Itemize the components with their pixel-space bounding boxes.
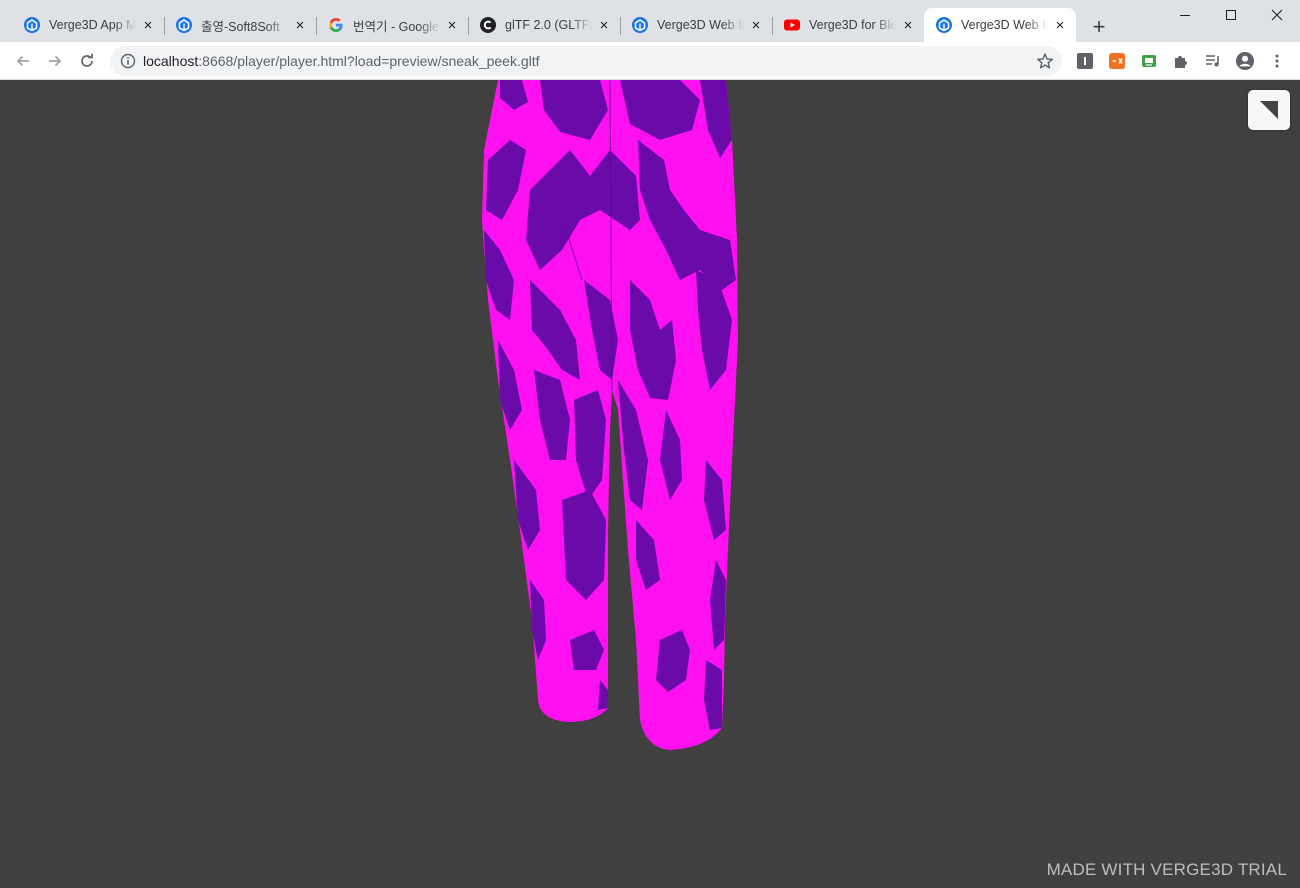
- tab-strip: Verge3D App Manager × 출영-Soft8Soft × 번역기…: [0, 0, 1300, 42]
- verge3d-icon: [176, 17, 192, 33]
- fullscreen-icon: [1260, 101, 1278, 119]
- tab-verge3d-web-interactive-active[interactable]: Verge3D Web Interactive ×: [924, 8, 1076, 42]
- tab-verge3d-web-interactive[interactable]: Verge3D Web Interactive ×: [620, 8, 772, 42]
- info-icon[interactable]: [120, 53, 136, 69]
- close-tab-icon[interactable]: ×: [290, 15, 310, 35]
- close-tab-icon[interactable]: ×: [1050, 15, 1070, 35]
- tab-title: Verge3D for Blender: [809, 18, 896, 32]
- extension-i-icon[interactable]: [1076, 52, 1094, 70]
- maximize-button[interactable]: [1208, 0, 1254, 30]
- tab-title: Verge3D App Manager: [49, 18, 136, 32]
- reload-button[interactable]: [72, 46, 102, 76]
- media-queue-icon[interactable]: [1204, 52, 1222, 70]
- tab-soft8soft[interactable]: 출영-Soft8Soft ×: [164, 8, 316, 42]
- tab-gltf[interactable]: glTF 2.0 (GLTF/GLB) ×: [468, 8, 620, 42]
- close-tab-icon[interactable]: ×: [746, 15, 766, 35]
- more-menu-icon[interactable]: [1268, 52, 1286, 70]
- close-tab-icon[interactable]: ×: [594, 15, 614, 35]
- pants-3d-model[interactable]: [470, 80, 760, 760]
- fullscreen-button[interactable]: [1248, 90, 1290, 130]
- verge3d-icon: [936, 17, 952, 33]
- tab-verge3d-app-manager[interactable]: Verge3D App Manager ×: [12, 8, 164, 42]
- url-text: localhost:8668/player/player.html?load=p…: [143, 53, 540, 69]
- close-tab-icon[interactable]: ×: [138, 15, 158, 35]
- bookmark-star-icon[interactable]: [1036, 52, 1054, 70]
- url-host: localhost: [143, 53, 199, 69]
- profile-avatar-icon[interactable]: [1236, 52, 1254, 70]
- close-window-button[interactable]: [1254, 0, 1300, 30]
- tab-title: 출영-Soft8Soft: [201, 19, 280, 34]
- tab-verge3d-for-blender[interactable]: Verge3D for Blender ×: [772, 8, 924, 42]
- verge3d-icon: [24, 17, 40, 33]
- webgl-viewport[interactable]: MADE WITH VERGE3D TRIAL: [0, 80, 1300, 888]
- minimize-icon: [1180, 15, 1190, 16]
- puzzle-icon[interactable]: [1172, 52, 1190, 70]
- close-tab-icon[interactable]: ×: [442, 15, 462, 35]
- close-icon: [1271, 9, 1283, 21]
- address-bar[interactable]: localhost:8668/player/player.html?load=p…: [110, 46, 1062, 76]
- google-icon: [328, 17, 344, 33]
- minimize-button[interactable]: [1162, 0, 1208, 30]
- tab-title: glTF 2.0 (GLTF/GLB): [505, 18, 592, 32]
- verge3d-icon: [632, 17, 648, 33]
- tab-title: Verge3D Web Interactive: [657, 18, 744, 32]
- tab-title: Verge3D Web Interactive: [961, 18, 1048, 32]
- maximize-icon: [1226, 10, 1236, 20]
- youtube-icon: [784, 17, 800, 33]
- new-tab-button[interactable]: +: [1086, 14, 1112, 40]
- arrow-left-icon: [16, 55, 29, 67]
- verge3d-trial-watermark: MADE WITH VERGE3D TRIAL: [1046, 860, 1287, 879]
- tab-google-translate[interactable]: 번역기 - Google 검색 ×: [316, 8, 468, 42]
- extension-green-icon[interactable]: [1140, 52, 1158, 70]
- reload-icon: [81, 53, 93, 67]
- c-icon: [480, 17, 496, 33]
- extension-orange-icon[interactable]: [1108, 52, 1126, 70]
- close-tab-icon[interactable]: ×: [898, 15, 918, 35]
- tab-title: 번역기 - Google 검색: [353, 19, 440, 34]
- forward-button[interactable]: [40, 46, 70, 76]
- arrow-right-icon: [49, 55, 62, 67]
- back-button[interactable]: [8, 46, 38, 76]
- browser-toolbar: localhost:8668/player/player.html?load=p…: [0, 42, 1300, 80]
- url-path: :8668/player/player.html?load=preview/sn…: [198, 53, 540, 69]
